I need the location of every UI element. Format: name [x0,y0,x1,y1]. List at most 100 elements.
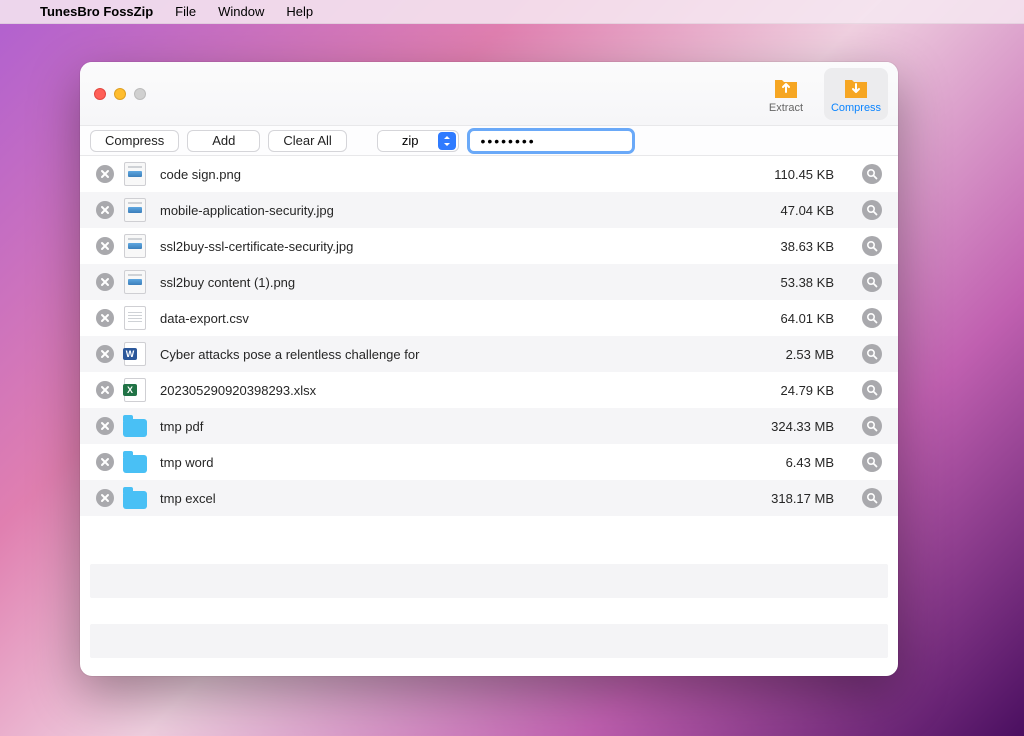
add-button[interactable]: Add [187,130,260,152]
magnifier-icon [866,492,878,504]
remove-file-button[interactable] [96,237,114,255]
close-window-button[interactable] [94,88,106,100]
close-icon [100,169,110,179]
magnifier-icon [866,168,878,180]
file-type-icon [120,198,150,222]
file-row[interactable]: 202305290920398293.xlsx24.79 KB [80,372,898,408]
menu-file[interactable]: File [175,4,196,19]
zoom-window-button[interactable] [134,88,146,100]
file-size: 38.63 KB [742,239,852,254]
close-icon [100,349,110,359]
file-type-icon [120,378,150,402]
remove-file-button[interactable] [96,453,114,471]
reveal-in-finder-button[interactable] [862,452,882,472]
file-row[interactable]: tmp pdf324.33 MB [80,408,898,444]
magnifier-icon [866,312,878,324]
magnifier-icon [866,384,878,396]
file-size: 24.79 KB [742,383,852,398]
close-icon [100,205,110,215]
file-row[interactable]: Cyber attacks pose a relentless challeng… [80,336,898,372]
file-name: 202305290920398293.xlsx [160,383,742,398]
magnifier-icon [866,204,878,216]
menu-window[interactable]: Window [218,4,264,19]
close-icon [100,385,110,395]
file-name: tmp excel [160,491,742,506]
file-row[interactable]: data-export.csv64.01 KB [80,300,898,336]
reveal-in-finder-button[interactable] [862,344,882,364]
magnifier-icon [866,456,878,468]
status-area [80,548,898,676]
reveal-in-finder-button[interactable] [862,200,882,220]
file-name: Cyber attacks pose a relentless challeng… [160,347,742,362]
reveal-in-finder-button[interactable] [862,272,882,292]
file-type-icon [120,489,150,507]
app-name[interactable]: TunesBro FossZip [40,4,153,19]
remove-file-button[interactable] [96,345,114,363]
status-row [90,624,888,658]
magnifier-icon [866,240,878,252]
compress-label: Compress [831,102,881,114]
close-icon [100,457,110,467]
password-input[interactable] [467,128,635,154]
app-window: Extract Compress Compress Add Clear All … [80,62,898,676]
remove-file-button[interactable] [96,309,114,327]
file-size: 324.33 MB [742,419,852,434]
extract-label: Extract [769,102,803,114]
close-icon [100,277,110,287]
extract-mode-button[interactable]: Extract [754,68,818,120]
file-row[interactable]: mobile-application-security.jpg47.04 KB [80,192,898,228]
file-type-icon [120,234,150,258]
reveal-in-finder-button[interactable] [862,416,882,436]
reveal-in-finder-button[interactable] [862,308,882,328]
file-type-icon [120,270,150,294]
minimize-window-button[interactable] [114,88,126,100]
file-name: tmp word [160,455,742,470]
close-icon [100,493,110,503]
file-row[interactable]: code sign.png110.45 KB [80,156,898,192]
close-icon [100,421,110,431]
format-select[interactable]: zip [377,130,460,152]
file-row[interactable]: ssl2buy-ssl-certificate-security.jpg38.6… [80,228,898,264]
file-row[interactable]: tmp word6.43 MB [80,444,898,480]
status-row [90,564,888,598]
traffic-lights [94,88,146,100]
mode-switcher: Extract Compress [754,68,888,120]
file-size: 2.53 MB [742,347,852,362]
compress-button[interactable]: Compress [90,130,179,152]
extract-icon [772,74,800,100]
file-name: mobile-application-security.jpg [160,203,742,218]
remove-file-button[interactable] [96,417,114,435]
updown-icon [438,132,456,150]
file-name: data-export.csv [160,311,742,326]
magnifier-icon [866,348,878,360]
file-size: 110.45 KB [742,167,852,182]
file-name: code sign.png [160,167,742,182]
toolbar: Compress Add Clear All zip [80,126,898,156]
file-name: ssl2buy content (1).png [160,275,742,290]
magnifier-icon [866,420,878,432]
reveal-in-finder-button[interactable] [862,380,882,400]
reveal-in-finder-button[interactable] [862,164,882,184]
file-type-icon [120,417,150,435]
menu-help[interactable]: Help [286,4,313,19]
file-type-icon [120,162,150,186]
remove-file-button[interactable] [96,201,114,219]
remove-file-button[interactable] [96,489,114,507]
remove-file-button[interactable] [96,273,114,291]
file-list: code sign.png110.45 KBmobile-application… [80,156,898,548]
format-selected-label: zip [378,133,439,148]
file-type-icon [120,342,150,366]
clear-all-button[interactable]: Clear All [268,130,346,152]
magnifier-icon [866,276,878,288]
reveal-in-finder-button[interactable] [862,488,882,508]
compress-mode-button[interactable]: Compress [824,68,888,120]
remove-file-button[interactable] [96,381,114,399]
titlebar: Extract Compress [80,62,898,126]
file-type-icon [120,306,150,330]
remove-file-button[interactable] [96,165,114,183]
file-row[interactable]: ssl2buy content (1).png53.38 KB [80,264,898,300]
file-row[interactable]: tmp excel318.17 MB [80,480,898,516]
reveal-in-finder-button[interactable] [862,236,882,256]
file-size: 53.38 KB [742,275,852,290]
file-type-icon [120,453,150,471]
